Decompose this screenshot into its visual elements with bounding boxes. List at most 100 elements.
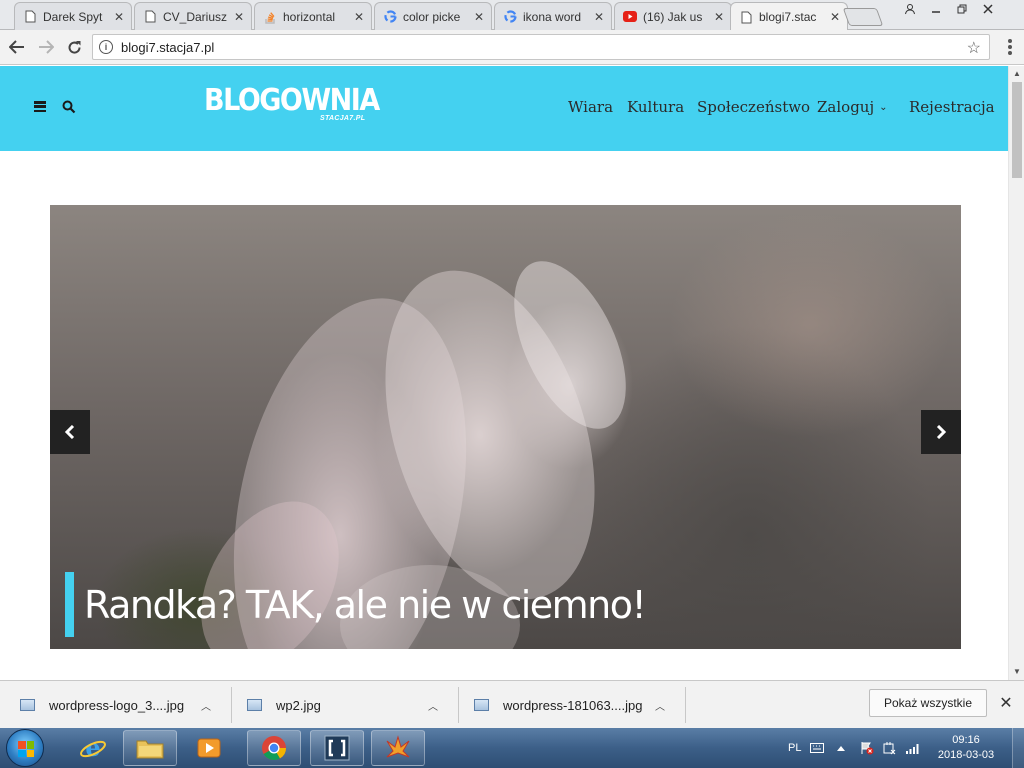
page-viewport: BLOGOWNIA STACJA7.PL Wiara Kultura Społe… [0,66,1008,680]
window-controls [897,0,1001,18]
nav-label: Społeczeństwo [697,98,811,116]
main-navigation: Wiara Kultura Społeczeństwo Zaloguj ⌄ Rej… [0,98,1008,118]
chevron-up-icon[interactable]: ︿ [655,698,665,713]
separator [458,687,459,723]
start-button[interactable] [6,729,44,767]
info-icon[interactable]: i [99,40,113,54]
close-icon[interactable]: ✕ [353,10,365,24]
download-item[interactable]: wordpress-181063....jpg ︿ [474,681,674,729]
download-item[interactable]: wordpress-logo_3....jpg ︿ [20,681,220,729]
clock-time: 09:16 [952,734,980,746]
nav-label: Rejestracja [909,98,995,116]
browser-toolbar: i blogi7.stacja7.pl ☆ [0,30,1024,65]
power-icon[interactable] [882,728,896,768]
separator [685,687,686,723]
keyboard-icon[interactable] [810,728,824,768]
google-icon [383,10,397,24]
address-bar[interactable]: i blogi7.stacja7.pl ☆ [92,34,990,60]
download-filename: wordpress-logo_3....jpg [49,697,185,713]
page-icon [143,10,157,24]
chevron-left-icon [64,425,75,439]
page-scrollbar[interactable]: ▲ ▼ [1008,66,1024,680]
close-window-icon[interactable] [975,0,1001,18]
chrome-menu-icon[interactable] [1003,37,1017,57]
close-icon[interactable]: ✕ [593,10,605,24]
back-arrow-icon[interactable] [6,36,28,58]
page-icon [739,10,753,24]
nav-link-wiara[interactable]: Wiara [568,98,613,116]
forward-arrow-icon[interactable] [35,36,57,58]
network-signal-icon[interactable] [905,728,921,768]
show-desktop-button[interactable] [1012,728,1024,768]
minimize-icon[interactable] [923,0,949,18]
browser-tab[interactable]: ikona word ✕ [494,2,612,30]
slider-next-button[interactable] [921,410,961,454]
reload-icon[interactable] [63,36,85,58]
image-file-icon [20,699,35,711]
svg-text:e: e [85,734,100,762]
system-clock[interactable]: 09:16 2018-03-03 [935,733,997,763]
browser-tab-active[interactable]: blogi7.stac ✕ [730,2,848,31]
windows-taskbar: e PL 09:16 2018-03-03 [0,728,1024,768]
brackets-icon[interactable] [310,730,364,766]
browser-tab[interactable]: (16) Jak us ✕ [614,2,732,30]
tab-title: horizontal [283,9,336,24]
tab-title: (16) Jak us [643,9,703,24]
download-filename: wp2.jpg [276,697,321,713]
close-icon[interactable]: ✕ [473,10,485,24]
nav-link-zaloguj[interactable]: Zaloguj ⌄ [817,98,888,116]
image-file-icon [247,699,262,711]
close-icon[interactable]: ✕ [713,10,725,24]
download-item[interactable]: wp2.jpg ︿ [247,681,447,729]
nav-link-rejestracja[interactable]: Rejestracja [909,98,995,116]
slide-title-text: Randka? TAK, ale nie w ciemno! [84,582,647,627]
nav-link-kultura[interactable]: Kultura [627,98,684,116]
tab-strip: Darek Spyt ✕ CV_Dariusz ✕ horizontal ✕ c… [0,0,1024,31]
slider-prev-button[interactable] [50,410,90,454]
nav-label: Wiara [568,98,614,116]
url-text: blogi7.stacja7.pl [121,39,215,55]
scroll-down-icon[interactable]: ▼ [1009,664,1024,678]
internet-explorer-icon[interactable]: e [66,730,120,766]
action-center-flag-icon[interactable] [860,728,874,768]
chevron-up-icon[interactable]: ︿ [428,698,438,713]
page-icon [23,10,37,24]
language-label: PL [788,742,802,754]
separator [231,687,232,723]
chrome-icon[interactable] [247,730,301,766]
media-player-icon[interactable] [182,730,236,766]
tab-title: CV_Dariusz [163,9,228,24]
youtube-icon [623,10,637,24]
browser-tab[interactable]: horizontal ✕ [254,2,372,30]
browser-tab[interactable]: color picke ✕ [374,2,492,30]
inkscape-icon[interactable] [371,730,425,766]
close-icon[interactable]: ✕ [113,10,125,24]
featured-slider[interactable]: Randka? TAK, ale nie w ciemno! [50,205,961,649]
site-header: BLOGOWNIA STACJA7.PL Wiara Kultura Społe… [0,66,1008,151]
slide-title[interactable]: Randka? TAK, ale nie w ciemno! [65,572,647,637]
tab-title: blogi7.stac [759,10,817,24]
close-icon[interactable]: ✕ [996,693,1016,713]
close-icon[interactable]: ✕ [233,10,245,24]
bookmark-star-icon[interactable]: ☆ [967,38,981,58]
file-explorer-icon[interactable] [123,730,177,766]
new-tab-button[interactable] [842,8,884,26]
browser-tab[interactable]: Darek Spyt ✕ [14,2,132,30]
google-icon [503,10,517,24]
scrollbar-thumb[interactable] [1012,82,1022,178]
windows-logo-icon [18,741,34,757]
language-indicator[interactable]: PL [788,728,801,768]
nav-label: Zaloguj [817,98,875,116]
profile-icon[interactable] [897,0,923,18]
nav-link-spoleczenstwo[interactable]: Społeczeństwo [697,98,810,116]
download-bar: wordpress-logo_3....jpg ︿ wp2.jpg ︿ word… [0,680,1024,728]
restore-icon[interactable] [949,0,975,18]
chevron-up-icon[interactable]: ︿ [201,698,211,713]
show-all-downloads-button[interactable]: Pokaż wszystkie [869,689,987,717]
close-icon[interactable]: ✕ [829,10,841,24]
browser-tab[interactable]: CV_Dariusz ✕ [134,2,252,30]
scroll-up-icon[interactable]: ▲ [1009,66,1024,80]
clock-date: 2018-03-03 [937,749,995,761]
show-hidden-icons-icon[interactable] [836,728,846,768]
download-filename: wordpress-181063....jpg [503,697,643,713]
